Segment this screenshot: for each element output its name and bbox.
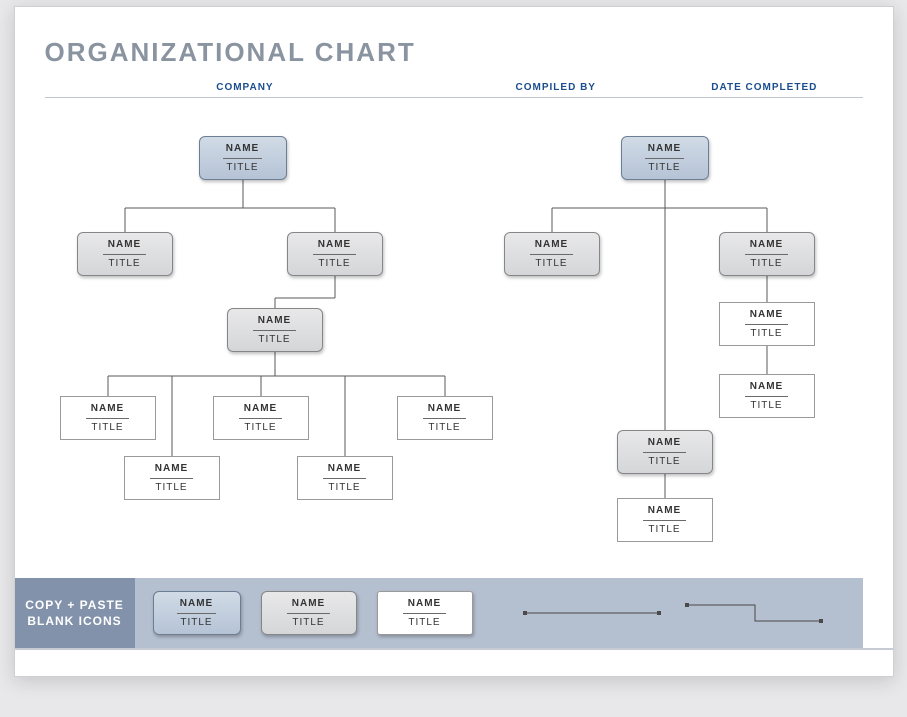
org-node[interactable]: NAME TITLE bbox=[227, 308, 323, 352]
node-title: TITLE bbox=[724, 258, 810, 271]
node-name: NAME bbox=[724, 239, 810, 252]
node-title: TITLE bbox=[266, 617, 352, 630]
node-name: NAME bbox=[509, 239, 595, 252]
node-divider bbox=[323, 478, 366, 479]
meta-compiled-label: COMPILED BY bbox=[445, 82, 666, 93]
org-node[interactable]: NAME TITLE bbox=[213, 396, 309, 440]
node-name: NAME bbox=[65, 403, 151, 416]
node-title: TITLE bbox=[82, 258, 168, 271]
org-node-root-left[interactable]: NAME TITLE bbox=[199, 136, 287, 180]
node-divider bbox=[150, 478, 193, 479]
palette-connector-straight[interactable] bbox=[523, 601, 663, 625]
meta-date-label: DATE COMPLETED bbox=[666, 82, 862, 93]
node-divider bbox=[643, 452, 686, 453]
org-node[interactable]: NAME TITLE bbox=[397, 396, 493, 440]
node-name: NAME bbox=[724, 381, 810, 394]
node-title: TITLE bbox=[129, 482, 215, 495]
palette-connectors bbox=[523, 601, 825, 625]
node-title: TITLE bbox=[402, 422, 488, 435]
org-node[interactable]: NAME TITLE bbox=[124, 456, 220, 500]
node-divider bbox=[253, 330, 296, 331]
org-node[interactable]: NAME TITLE bbox=[287, 232, 383, 276]
palette-node-white[interactable]: NAME TITLE bbox=[377, 591, 473, 635]
meta-header-row: COMPANY COMPILED BY DATE COMPLETED bbox=[45, 82, 863, 98]
node-divider bbox=[239, 418, 282, 419]
palette-label-text: COPY + PASTE BLANK ICONS bbox=[25, 597, 124, 629]
palette-bar: COPY + PASTE BLANK ICONS NAME TITLE NAME… bbox=[15, 578, 893, 650]
node-title: TITLE bbox=[724, 328, 810, 341]
org-chart-canvas: NAME TITLE NAME TITLE NAME TITLE NAME TI… bbox=[45, 106, 865, 572]
node-divider bbox=[403, 613, 446, 614]
org-node-root-right[interactable]: NAME TITLE bbox=[621, 136, 709, 180]
node-title: TITLE bbox=[158, 617, 236, 630]
node-divider bbox=[745, 254, 788, 255]
node-divider bbox=[103, 254, 146, 255]
palette-connector-elbow[interactable] bbox=[685, 601, 825, 625]
page: ORGANIZATIONAL CHART COMPANY COMPILED BY… bbox=[14, 6, 894, 677]
node-title: TITLE bbox=[292, 258, 378, 271]
org-node[interactable]: NAME TITLE bbox=[617, 498, 713, 542]
node-title: TITLE bbox=[232, 334, 318, 347]
node-name: NAME bbox=[218, 403, 304, 416]
node-title: TITLE bbox=[724, 400, 810, 413]
node-name: NAME bbox=[402, 403, 488, 416]
node-name: NAME bbox=[622, 505, 708, 518]
node-title: TITLE bbox=[509, 258, 595, 271]
org-node[interactable]: NAME TITLE bbox=[617, 430, 713, 474]
node-divider bbox=[223, 158, 262, 159]
node-name: NAME bbox=[204, 143, 282, 156]
node-name: NAME bbox=[626, 143, 704, 156]
org-node[interactable]: NAME TITLE bbox=[504, 232, 600, 276]
palette-node-grey[interactable]: NAME TITLE bbox=[261, 591, 357, 635]
node-title: TITLE bbox=[204, 162, 282, 175]
node-divider bbox=[530, 254, 573, 255]
org-node[interactable]: NAME TITLE bbox=[719, 374, 815, 418]
node-title: TITLE bbox=[218, 422, 304, 435]
page-bottom-margin bbox=[15, 650, 893, 676]
node-name: NAME bbox=[302, 463, 388, 476]
node-title: TITLE bbox=[622, 456, 708, 469]
node-divider bbox=[745, 396, 788, 397]
node-title: TITLE bbox=[65, 422, 151, 435]
node-name: NAME bbox=[622, 437, 708, 450]
org-node[interactable]: NAME TITLE bbox=[719, 232, 815, 276]
node-title: TITLE bbox=[626, 162, 704, 175]
node-name: NAME bbox=[82, 239, 168, 252]
palette-label: COPY + PASTE BLANK ICONS bbox=[15, 578, 135, 648]
node-title: TITLE bbox=[302, 482, 388, 495]
node-name: NAME bbox=[724, 309, 810, 322]
node-divider bbox=[86, 418, 129, 419]
palette-strip: NAME TITLE NAME TITLE NAME TITLE bbox=[135, 578, 863, 648]
node-name: NAME bbox=[266, 598, 352, 611]
chart-title: ORGANIZATIONAL CHART bbox=[45, 37, 863, 68]
org-node[interactable]: NAME TITLE bbox=[77, 232, 173, 276]
palette-node-blue[interactable]: NAME TITLE bbox=[153, 591, 241, 635]
node-name: NAME bbox=[382, 598, 468, 611]
meta-company-label: COMPANY bbox=[45, 82, 446, 93]
node-name: NAME bbox=[232, 315, 318, 328]
node-title: TITLE bbox=[382, 617, 468, 630]
node-name: NAME bbox=[158, 598, 236, 611]
node-divider bbox=[287, 613, 330, 614]
node-title: TITLE bbox=[622, 524, 708, 537]
org-node[interactable]: NAME TITLE bbox=[719, 302, 815, 346]
node-divider bbox=[423, 418, 466, 419]
org-node[interactable]: NAME TITLE bbox=[297, 456, 393, 500]
node-divider bbox=[745, 324, 788, 325]
node-divider bbox=[645, 158, 684, 159]
node-name: NAME bbox=[129, 463, 215, 476]
node-divider bbox=[643, 520, 686, 521]
node-divider bbox=[313, 254, 356, 255]
node-divider bbox=[177, 613, 216, 614]
org-node[interactable]: NAME TITLE bbox=[60, 396, 156, 440]
node-name: NAME bbox=[292, 239, 378, 252]
